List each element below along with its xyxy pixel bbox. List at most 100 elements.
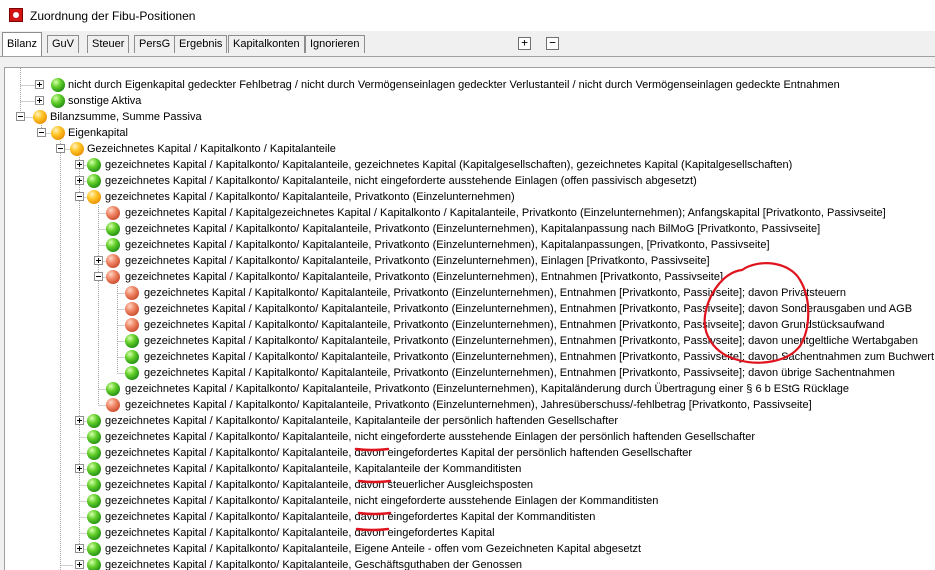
tree-node[interactable]: gezeichnetes Kapital / Kapitalkonto/ Kap… [5,189,935,205]
tab-bar: Bilanz GuV Steuer PersG Ergebnis Kapital… [0,31,935,57]
tree-node[interactable]: gezeichnetes Kapital / Kapitalkonto/ Kap… [5,221,935,237]
tree-node[interactable]: gezeichnetes Kapital / Kapitalkonto/ Kap… [5,381,935,397]
tree-panel: nicht durch Eigenkapital gedeckter Fehlb… [0,57,935,570]
tree-node-label: gezeichnetes Kapital / Kapitalkonto/ Kap… [105,415,619,427]
tree-node-label: gezeichnetes Kapital / Kapitalgezeichnet… [125,207,886,219]
status-red-icon [125,318,139,332]
tree-node[interactable]: gezeichnetes Kapital / Kapitalkonto/ Kap… [5,541,935,557]
status-green-icon [87,542,101,556]
tree-node-label: gezeichnetes Kapital / Kapitalkonto/ Kap… [144,303,913,315]
tab-kapitalkonten[interactable]: Kapitalkonten [228,35,305,53]
tree-node[interactable]: gezeichnetes Kapital / Kapitalkonto/ Kap… [5,509,935,525]
position-tree[interactable]: nicht durch Eigenkapital gedeckter Fehlb… [4,67,935,570]
tree-node-label: gezeichnetes Kapital / Kapitalkonto/ Kap… [105,495,659,507]
expand-plus-icon[interactable] [75,464,84,473]
status-green-icon [87,446,101,460]
tree-node[interactable]: gezeichnetes Kapital / Kapitalkonto/ Kap… [5,285,935,301]
tree-node[interactable]: Gezeichnetes Kapital / Kapitalkonto / Ka… [5,141,935,157]
tree-node[interactable]: gezeichnetes Kapital / Kapitalkonto/ Kap… [5,429,935,445]
tree-node[interactable]: gezeichnetes Kapital / Kapitalkonto/ Kap… [5,477,935,493]
tree-node[interactable]: gezeichnetes Kapital / Kapitalkonto/ Kap… [5,557,935,570]
tab-guv[interactable]: GuV [47,35,80,53]
tree-node[interactable]: gezeichnetes Kapital / Kapitalkonto/ Kap… [5,525,935,541]
tree-node-label: gezeichnetes Kapital / Kapitalkonto/ Kap… [144,335,918,347]
tree-node-label: gezeichnetes Kapital / Kapitalkonto/ Kap… [105,431,756,443]
tree-node-label: gezeichnetes Kapital / Kapitalkonto/ Kap… [105,159,793,171]
tree-node-label: gezeichnetes Kapital / Kapitalkonto/ Kap… [105,479,534,491]
status-green-icon [106,382,120,396]
tree-node-label: gezeichnetes Kapital / Kapitalkonto/ Kap… [105,559,523,570]
expand-plus-icon[interactable] [94,256,103,265]
tree-node[interactable]: gezeichnetes Kapital / Kapitalkonto/ Kap… [5,237,935,253]
tree-node[interactable]: gezeichnetes Kapital / Kapitalkonto/ Kap… [5,269,935,285]
collapse-minus-icon[interactable] [56,144,65,153]
tab-ignorieren[interactable]: Ignorieren [305,35,365,53]
expand-plus-icon[interactable] [75,160,84,169]
tab-persg[interactable]: PersG [134,35,176,53]
tree-node[interactable]: gezeichnetes Kapital / Kapitalkonto/ Kap… [5,333,935,349]
status-green-icon [51,78,65,92]
tab-steuer[interactable]: Steuer [87,35,130,53]
collapse-minus-icon[interactable] [37,128,46,137]
tree-node-label: Eigenkapital [68,127,128,139]
status-green-icon [87,158,101,172]
tree-node-label: gezeichnetes Kapital / Kapitalkonto/ Kap… [125,271,724,283]
status-green-icon [125,366,139,380]
expand-plus-icon[interactable] [75,176,84,185]
tree-node[interactable]: gezeichnetes Kapital / Kapitalkonto/ Kap… [5,397,935,413]
status-green-icon [87,414,101,428]
collapse-all-button[interactable]: − [546,37,559,50]
tree-node[interactable]: gezeichnetes Kapital / Kapitalkonto/ Kap… [5,173,935,189]
tree-node[interactable]: gezeichnetes Kapital / Kapitalkonto/ Kap… [5,349,935,365]
tab-ergebnis[interactable]: Ergebnis [174,35,228,53]
tree-node-label: gezeichnetes Kapital / Kapitalkonto/ Kap… [105,543,642,555]
tree-node[interactable]: gezeichnetes Kapital / Kapitalgezeichnet… [5,205,935,221]
tree-node[interactable]: Eigenkapital [5,125,935,141]
status-green-icon [87,174,101,188]
collapse-minus-icon[interactable] [75,192,84,201]
status-orange-icon [51,126,65,140]
status-green-icon [106,238,120,252]
status-green-icon [51,94,65,108]
tree-node-label: Bilanzsumme, Summe Passiva [50,111,202,123]
tree-node[interactable]: gezeichnetes Kapital / Kapitalkonto/ Kap… [5,317,935,333]
collapse-minus-icon[interactable] [94,272,103,281]
tree-node-label: gezeichnetes Kapital / Kapitalkonto/ Kap… [125,399,812,411]
expand-plus-icon[interactable] [35,96,44,105]
expand-plus-icon[interactable] [35,80,44,89]
tree-node-label: nicht durch Eigenkapital gedeckter Fehlb… [68,79,840,91]
tree-node-label: gezeichnetes Kapital / Kapitalkonto/ Kap… [125,255,710,267]
tree-node[interactable]: Bilanzsumme, Summe Passiva [5,109,935,125]
tree-node[interactable]: gezeichnetes Kapital / Kapitalkonto/ Kap… [5,493,935,509]
tree-node[interactable]: sonstige Aktiva [5,93,935,109]
window-title: Zuordnung der Fibu-Positionen [30,9,196,23]
tree-node-label: Gezeichnetes Kapital / Kapitalkonto / Ka… [87,143,336,155]
expand-plus-icon[interactable] [75,544,84,553]
status-orange-icon [70,142,84,156]
tree-node[interactable]: gezeichnetes Kapital / Kapitalkonto/ Kap… [5,413,935,429]
title-bar: Zuordnung der Fibu-Positionen [0,0,935,31]
tree-node[interactable]: gezeichnetes Kapital / Kapitalkonto/ Kap… [5,157,935,173]
tree-node-label: gezeichnetes Kapital / Kapitalkonto/ Kap… [125,383,849,395]
expand-plus-icon[interactable] [75,416,84,425]
status-green-icon [87,526,101,540]
tree-node[interactable]: gezeichnetes Kapital / Kapitalkonto/ Kap… [5,461,935,477]
tree-node[interactable]: nicht durch Eigenkapital gedeckter Fehlb… [5,77,935,93]
collapse-minus-icon[interactable] [16,112,25,121]
tab-bilanz[interactable]: Bilanz [2,32,42,56]
tree-node[interactable]: gezeichnetes Kapital / Kapitalkonto/ Kap… [5,253,935,269]
tree-node[interactable]: gezeichnetes Kapital / Kapitalkonto/ Kap… [5,301,935,317]
expand-all-button[interactable]: + [518,37,531,50]
expand-plus-icon[interactable] [75,560,84,569]
app-icon [9,8,23,22]
tree-node[interactable]: gezeichnetes Kapital / Kapitalkonto/ Kap… [5,445,935,461]
tree-node-label: gezeichnetes Kapital / Kapitalkonto/ Kap… [144,287,846,299]
status-red-icon [106,398,120,412]
tree-node[interactable]: gezeichnetes Kapital / Kapitalkonto/ Kap… [5,365,935,381]
tree-node-label: gezeichnetes Kapital / Kapitalkonto/ Kap… [105,511,596,523]
status-orange-icon [87,190,101,204]
status-green-icon [125,334,139,348]
status-green-icon [87,478,101,492]
tree-node-label: gezeichnetes Kapital / Kapitalkonto/ Kap… [105,447,693,459]
status-green-icon [125,350,139,364]
